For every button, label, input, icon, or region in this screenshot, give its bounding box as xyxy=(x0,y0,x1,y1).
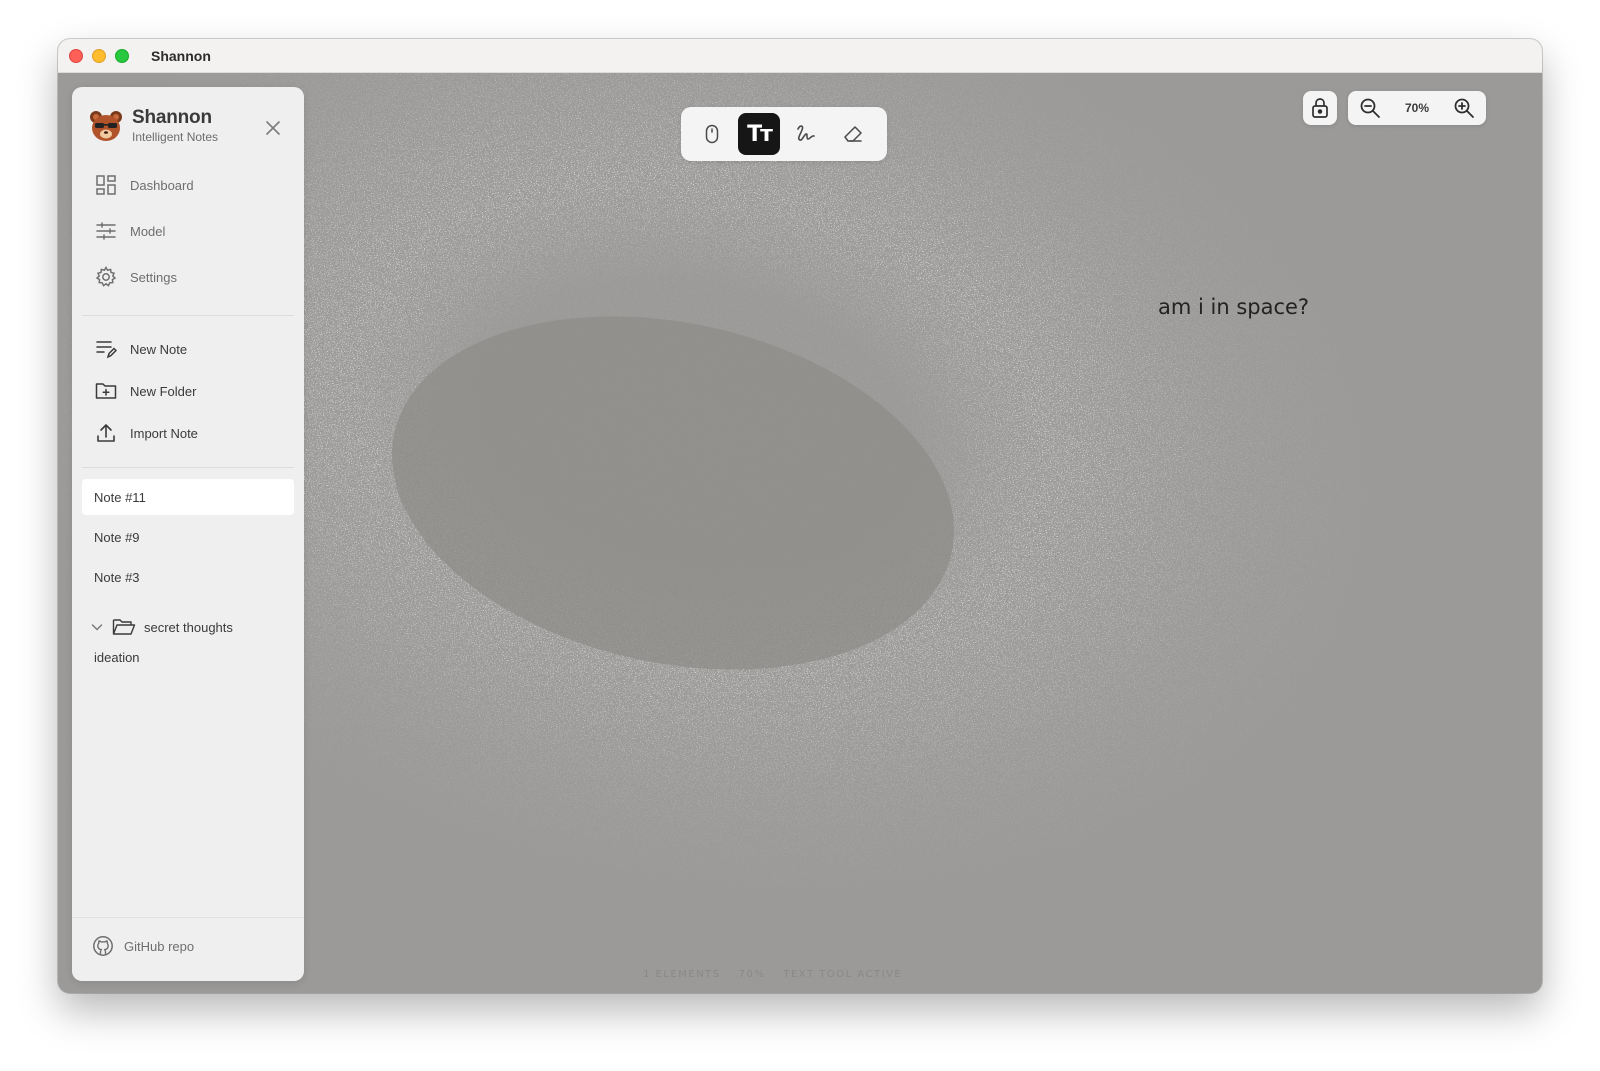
mouse-icon xyxy=(705,124,719,144)
app-window: Shannon am i in space? 1 ELEMENTS 70% TE… xyxy=(58,39,1542,993)
action-label: Import Note xyxy=(130,425,198,441)
status-bar: 1 ELEMENTS 70% TEXT TOOL ACTIVE xyxy=(643,969,902,980)
draw-tool-button[interactable] xyxy=(785,113,827,155)
zoom-in-icon xyxy=(1454,98,1474,118)
select-tool-button[interactable] xyxy=(691,113,733,155)
dashboard-icon xyxy=(94,173,118,197)
new-folder-icon xyxy=(94,379,118,403)
zoom-control: 70% xyxy=(1348,91,1486,125)
canvas-text-element[interactable]: am i in space? xyxy=(1158,295,1309,319)
maximize-window-button[interactable] xyxy=(115,48,129,63)
upload-icon xyxy=(94,421,118,445)
nav-settings[interactable]: Settings xyxy=(94,265,177,289)
github-icon xyxy=(93,936,113,956)
gear-icon xyxy=(94,265,118,289)
close-sidebar-button[interactable] xyxy=(262,117,284,139)
brand-subtitle: Intelligent Notes xyxy=(132,130,219,144)
nav-label: Model xyxy=(130,223,166,239)
note-item-3[interactable]: Note #3 xyxy=(82,559,294,595)
text-tool-icon: Tт xyxy=(747,121,773,147)
divider xyxy=(82,467,294,468)
github-label: GitHub repo xyxy=(124,938,195,954)
note-item-9[interactable]: Note #9 xyxy=(82,519,294,555)
note-item-ideation[interactable]: ideation xyxy=(82,639,294,675)
action-label: New Note xyxy=(130,341,188,357)
new-folder-button[interactable]: New Folder xyxy=(94,379,196,403)
zoom-out-icon xyxy=(1360,98,1380,118)
minimize-window-button[interactable] xyxy=(92,48,106,63)
scribble-icon xyxy=(797,125,815,141)
lock-button[interactable] xyxy=(1303,91,1337,125)
folder-label: secret thoughts xyxy=(144,619,233,635)
status-zoom: 70% xyxy=(738,969,766,980)
chevron-down-icon[interactable] xyxy=(90,620,104,634)
window-controls xyxy=(69,48,129,63)
close-icon xyxy=(266,121,280,135)
brand: Shannon Intelligent Notes xyxy=(88,107,218,144)
status-tool: TEXT TOOL ACTIVE xyxy=(783,969,903,980)
bear-avatar-icon xyxy=(90,110,122,141)
close-window-button[interactable] xyxy=(69,48,83,63)
import-note-button[interactable]: Import Note xyxy=(94,421,198,445)
sidebar: Shannon Intelligent Notes Dashboard Mode… xyxy=(72,87,304,981)
window-title: Shannon xyxy=(151,47,211,64)
folder-secret-thoughts[interactable]: secret thoughts xyxy=(90,617,233,637)
element-count: 1 ELEMENTS xyxy=(643,969,721,980)
zoom-level: 70% xyxy=(1404,101,1430,115)
text-tool-button[interactable]: Tт xyxy=(738,113,780,155)
eraser-tool-button[interactable] xyxy=(832,113,874,155)
github-repo-link[interactable]: GitHub repo xyxy=(92,935,194,957)
folder-open-icon xyxy=(112,619,136,635)
action-label: New Folder xyxy=(130,383,197,399)
nav-dashboard[interactable]: Dashboard xyxy=(94,173,194,197)
divider xyxy=(82,315,294,316)
note-item-11[interactable]: Note #11 xyxy=(82,479,294,515)
zoom-out-button[interactable] xyxy=(1358,96,1382,120)
new-note-button[interactable]: New Note xyxy=(94,337,187,361)
nav-label: Settings xyxy=(130,269,177,285)
sliders-icon xyxy=(94,219,118,243)
brand-name: Shannon xyxy=(132,107,212,128)
title-bar: Shannon xyxy=(58,39,1542,73)
nav-model[interactable]: Model xyxy=(94,219,165,243)
eraser-icon xyxy=(844,126,862,142)
zoom-in-button[interactable] xyxy=(1452,96,1476,120)
new-note-icon xyxy=(94,337,118,361)
footer-divider xyxy=(72,917,304,918)
lock-icon xyxy=(1312,98,1328,118)
tool-palette: Tт xyxy=(681,107,887,161)
nav-label: Dashboard xyxy=(130,177,194,193)
